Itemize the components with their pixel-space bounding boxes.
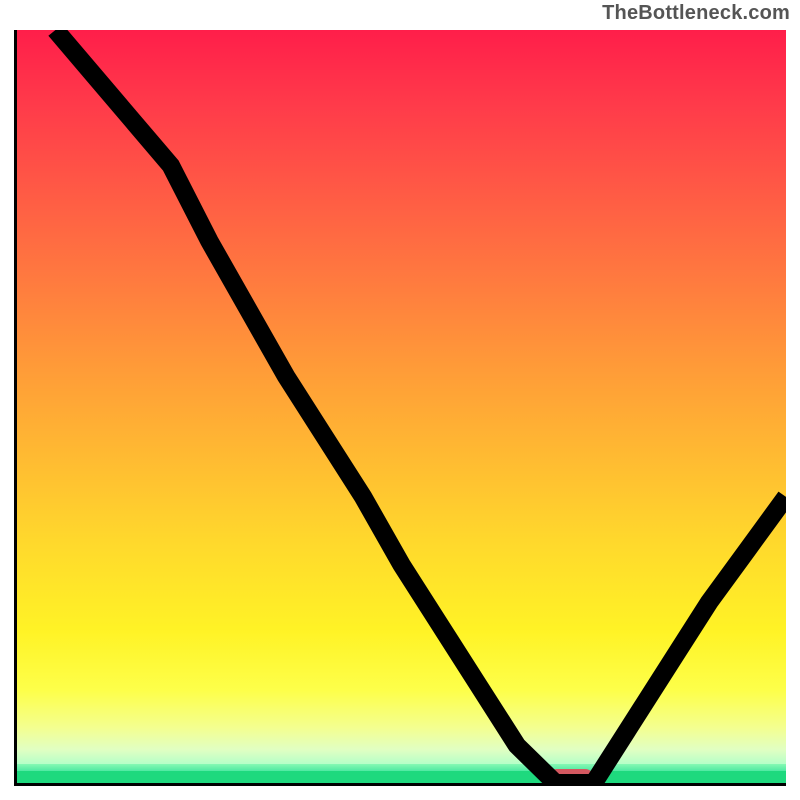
plot-area (14, 30, 786, 786)
chart-container: TheBottleneck.com (0, 0, 800, 800)
watermark-text: TheBottleneck.com (602, 2, 790, 25)
curve-path (55, 30, 786, 783)
bottleneck-curve (17, 30, 786, 783)
